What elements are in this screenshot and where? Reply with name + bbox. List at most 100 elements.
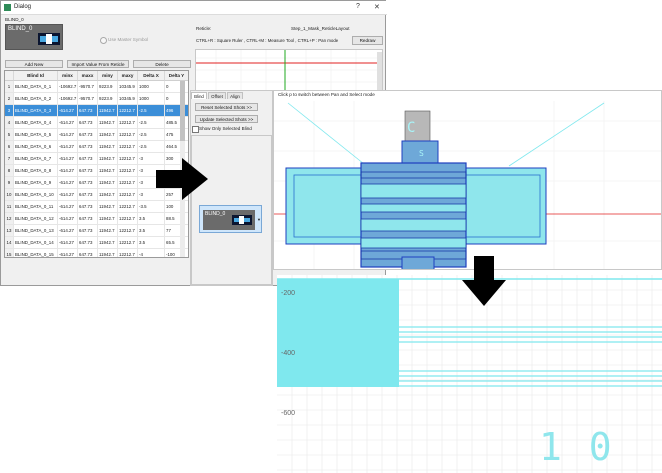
table-cell[interactable]: BLIND_DATA_0_5 [14, 129, 58, 141]
table-cell[interactable]: -614.27 [58, 129, 78, 141]
table-cell[interactable]: 12212.7 [118, 225, 138, 237]
table-cell[interactable]: -10692.7 [58, 81, 78, 93]
table-cell[interactable]: 12212.7 [118, 201, 138, 213]
table-cell[interactable]: 12212.7 [118, 189, 138, 201]
table-cell[interactable]: -614.27 [58, 117, 78, 129]
table-cell[interactable]: BLIND_DATA_0_11 [14, 201, 58, 213]
table-cell[interactable]: 12212.7 [118, 237, 138, 249]
row-number[interactable]: 14 [5, 237, 14, 249]
table-cell[interactable]: 0 [165, 93, 188, 105]
row-number[interactable]: 5 [5, 129, 14, 141]
table-cell[interactable]: -614.27 [58, 153, 78, 165]
row-number[interactable]: 6 [5, 141, 14, 153]
table-cell[interactable]: 65.5 [165, 237, 188, 249]
table-cell[interactable]: 3.5 [138, 225, 165, 237]
row-number[interactable]: 10 [5, 189, 14, 201]
table-cell[interactable]: -614.27 [58, 249, 78, 257]
column-header[interactable]: maxx [78, 71, 98, 81]
table-cell[interactable]: -9570.7 [78, 81, 98, 93]
table-cell[interactable]: 10345.9 [118, 81, 138, 93]
table-cell[interactable]: BLIND_DATA_0_14 [14, 237, 58, 249]
table-cell[interactable]: -2.5 [138, 141, 165, 153]
table-cell[interactable]: 12212.7 [118, 105, 138, 117]
import-from-reticle-button[interactable]: Import Value From Reticle [67, 60, 129, 68]
table-cell[interactable]: -614.27 [58, 189, 78, 201]
reticle-preview[interactable] [195, 49, 383, 91]
use-master-radio[interactable] [100, 37, 107, 44]
reset-selected-shots-button[interactable]: Reset Selected Shots >> [195, 103, 258, 111]
table-cell[interactable]: 11942.7 [98, 153, 118, 165]
table-cell[interactable]: 9223.9 [98, 93, 118, 105]
table-cell[interactable]: 77 [165, 225, 188, 237]
table-cell[interactable]: -3.5 [138, 201, 165, 213]
table-cell[interactable]: 10345.9 [118, 93, 138, 105]
table-cell[interactable]: 647.73 [78, 141, 98, 153]
column-header[interactable]: minx [58, 71, 78, 81]
row-number[interactable]: 15 [5, 249, 14, 257]
dropdown-arrow-icon[interactable]: ▼ [257, 217, 261, 222]
table-cell[interactable]: 12212.7 [118, 117, 138, 129]
table-cell[interactable]: BLIND_DATA_0_8 [14, 165, 58, 177]
table-cell[interactable]: -2.5 [138, 117, 165, 129]
table-cell[interactable]: BLIND_DATA_0_2 [14, 93, 58, 105]
table-cell[interactable]: 1000 [138, 93, 165, 105]
tab-offset[interactable]: Offset [208, 92, 226, 99]
table-cell[interactable]: -4 [138, 249, 165, 257]
column-header[interactable]: Blind Id [14, 71, 58, 81]
table-cell[interactable]: -614.27 [58, 105, 78, 117]
table-cell[interactable]: BLIND_DATA_0_1 [14, 81, 58, 93]
table-cell[interactable]: 11942.7 [98, 225, 118, 237]
add-new-button[interactable]: Add New [5, 60, 63, 68]
table-cell[interactable]: 647.73 [78, 201, 98, 213]
table-cell[interactable]: BLIND_DATA_0_7 [14, 153, 58, 165]
table-cell[interactable]: 647.73 [78, 165, 98, 177]
table-cell[interactable]: 12212.7 [118, 141, 138, 153]
row-number[interactable]: 9 [5, 177, 14, 189]
redraw-button[interactable]: Redraw [352, 36, 383, 45]
table-cell[interactable]: 12212.7 [118, 213, 138, 225]
update-selected-shots-button[interactable]: Update Selected Shots >> [195, 115, 258, 123]
table-cell[interactable]: 11942.7 [98, 213, 118, 225]
table-cell[interactable]: 12212.7 [118, 153, 138, 165]
table-cell[interactable]: -614.27 [58, 141, 78, 153]
table-scrollbar-thumb[interactable] [180, 81, 185, 141]
column-header[interactable]: maxy [118, 71, 138, 81]
table-cell[interactable]: -9570.7 [78, 93, 98, 105]
table-cell[interactable]: -2.5 [138, 105, 165, 117]
blind-thumbnail[interactable]: BLIND_0 [5, 24, 63, 50]
table-cell[interactable]: 464.5 [165, 141, 188, 153]
table-cell[interactable]: -10692.7 [58, 93, 78, 105]
row-number[interactable]: 13 [5, 225, 14, 237]
table-cell[interactable]: 9223.9 [98, 81, 118, 93]
table-cell[interactable]: -2.5 [138, 129, 165, 141]
table-cell[interactable]: 11942.7 [98, 177, 118, 189]
table-cell[interactable]: 3.5 [138, 237, 165, 249]
table-cell[interactable]: BLIND_DATA_0_15 [14, 249, 58, 257]
table-cell[interactable]: 100 [165, 201, 188, 213]
table-cell[interactable]: 647.73 [78, 189, 98, 201]
table-cell[interactable]: BLIND_DATA_0_12 [14, 213, 58, 225]
table-cell[interactable]: 12212.7 [118, 165, 138, 177]
table-cell[interactable]: 0 [165, 81, 188, 93]
table-cell[interactable]: 11942.7 [98, 165, 118, 177]
table-cell[interactable]: 647.73 [78, 213, 98, 225]
column-header[interactable]: Delta X [138, 71, 165, 81]
table-cell[interactable]: -614.27 [58, 237, 78, 249]
row-number[interactable]: 1 [5, 81, 14, 93]
tab-align[interactable]: Align [227, 92, 243, 99]
table-cell[interactable]: -614.27 [58, 201, 78, 213]
table-cell[interactable]: 11942.7 [98, 201, 118, 213]
row-number[interactable]: 8 [5, 165, 14, 177]
table-cell[interactable]: BLIND_DATA_0_6 [14, 141, 58, 153]
help-icon[interactable]: ? [356, 3, 360, 10]
table-cell[interactable]: 647.73 [78, 129, 98, 141]
table-cell[interactable]: 11942.7 [98, 129, 118, 141]
tab-blind[interactable]: Blind [191, 92, 207, 99]
table-cell[interactable]: 1000 [138, 81, 165, 93]
table-cell[interactable]: 485.5 [165, 117, 188, 129]
table-cell[interactable]: BLIND_DATA_0_9 [14, 177, 58, 189]
table-cell[interactable]: 3.5 [138, 213, 165, 225]
table-cell[interactable]: 11942.7 [98, 105, 118, 117]
table-cell[interactable]: -614.27 [58, 213, 78, 225]
column-header[interactable]: miny [98, 71, 118, 81]
